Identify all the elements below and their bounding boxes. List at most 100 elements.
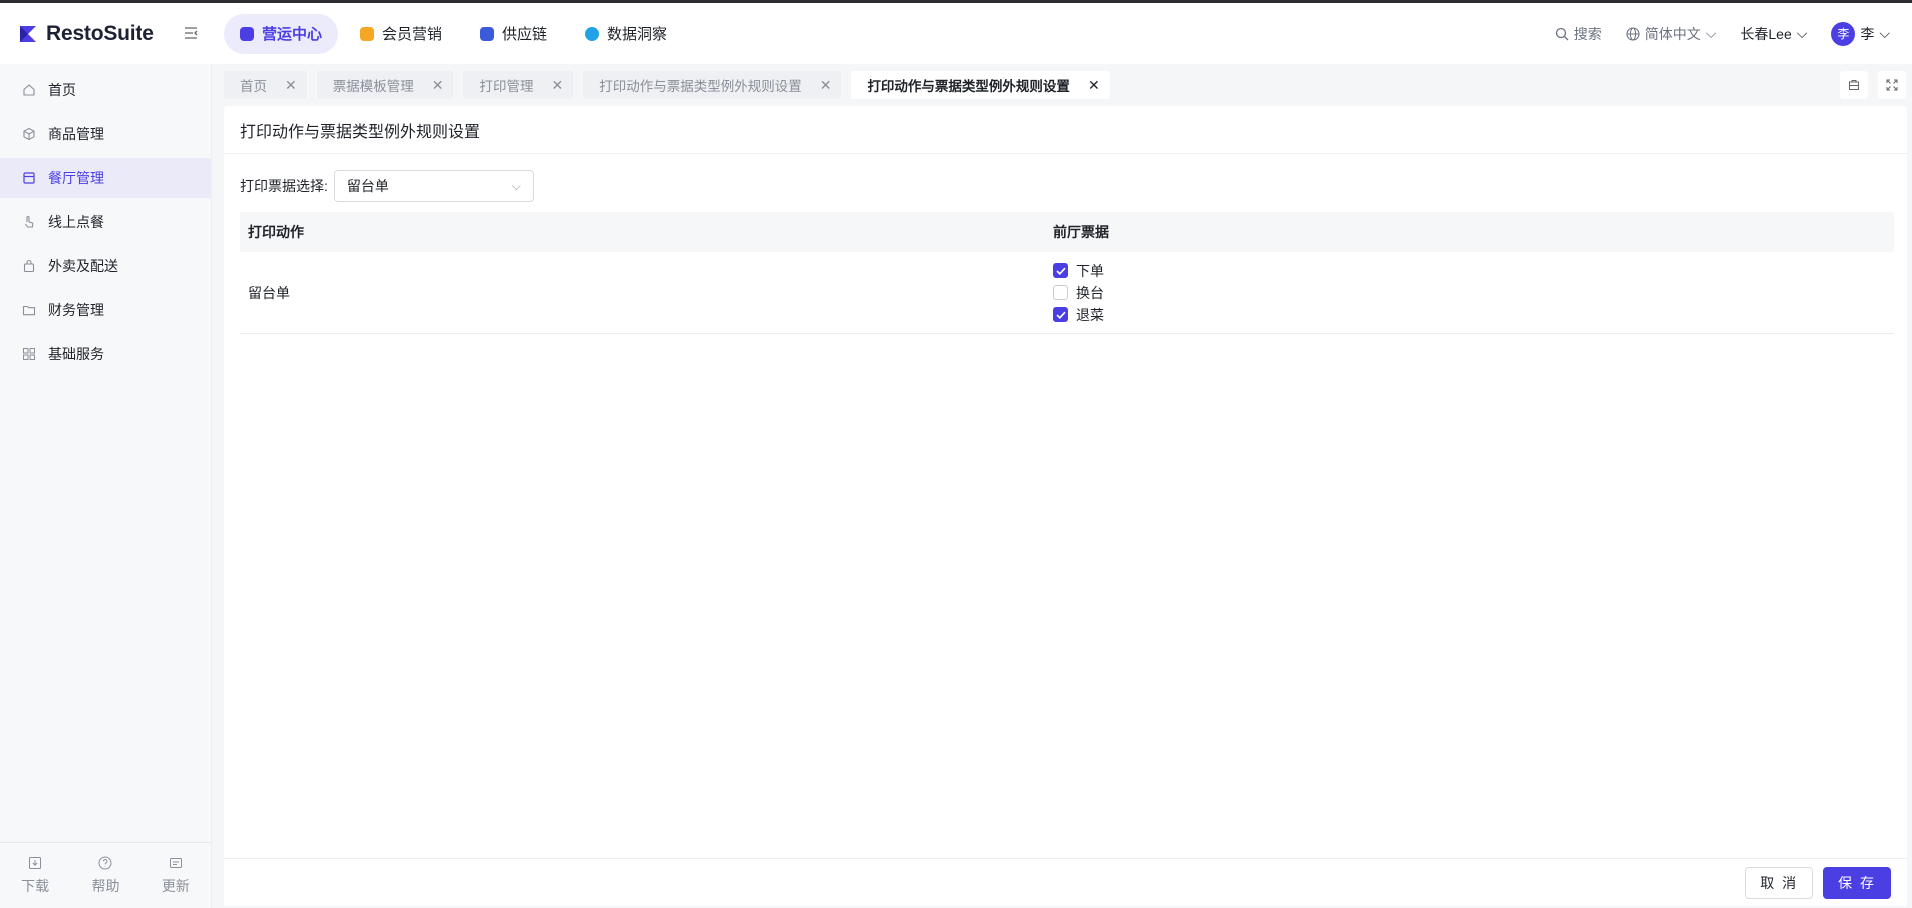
checkbox-unchecked-icon[interactable] (1053, 285, 1068, 300)
sidebar-item-label: 财务管理 (48, 302, 104, 318)
brand-name: RestoSuite (46, 21, 154, 45)
topnav-data-insights[interactable]: 数据洞察 (569, 14, 683, 54)
language-selector[interactable]: 简体中文 ⌵ (1626, 24, 1717, 44)
folder-icon (22, 303, 36, 317)
sidebar-item-label: 线上点餐 (48, 214, 104, 230)
fullscreen-icon[interactable] (1878, 71, 1906, 99)
search-icon (1555, 27, 1569, 40)
help-label: 帮助 (91, 877, 120, 894)
operations-center-icon (240, 26, 254, 41)
filter-label: 打印票据选择: (240, 178, 328, 194)
checkbox-place-order[interactable]: 下单 (1053, 262, 1894, 279)
sidebar-item-delivery[interactable]: 外卖及配送 (0, 246, 211, 286)
collapse-menu-icon[interactable] (184, 26, 198, 42)
store-icon (22, 171, 36, 185)
sidebar-footer: 下载 帮助 更新 (0, 842, 211, 908)
update-label: 更新 (161, 877, 190, 894)
sidebar-item-restaurant-management[interactable]: 餐厅管理 (0, 158, 211, 198)
form-footer: 取 消 保 存 (224, 858, 1907, 906)
checkbox-label: 换台 (1076, 284, 1104, 301)
tab-label: 打印管理 (479, 79, 534, 94)
sidebar-item-label: 餐厅管理 (48, 170, 104, 186)
close-icon[interactable]: ✕ (820, 77, 832, 94)
tap-icon (22, 215, 36, 229)
chevron-down-icon: ⌵ (1879, 25, 1890, 41)
checkbox-checked-icon[interactable] (1053, 307, 1068, 322)
sidebar: 首页 商品管理 餐厅管理 线上点餐 外卖及配送 财务管理 基础服务 下载 帮助 (0, 64, 212, 908)
update-icon (169, 857, 182, 868)
search-label: 搜索 (1573, 25, 1602, 42)
topnav-label: 营运中心 (262, 26, 323, 43)
column-header-front-ticket: 前厅票据 (1053, 224, 1109, 240)
tab-print-exception-rules[interactable]: 打印动作与票据类型例外规则设置 ✕ (583, 71, 842, 99)
sidebar-item-product-management[interactable]: 商品管理 (0, 114, 211, 154)
logo[interactable]: RestoSuite (0, 22, 212, 46)
sidebar-item-label: 商品管理 (48, 126, 104, 142)
sidebar-item-label: 外卖及配送 (48, 258, 118, 274)
table-row: 留台单 下单 换台 退菜 (240, 252, 1894, 334)
checkbox-change-table[interactable]: 换台 (1053, 284, 1894, 301)
row-options: 下单 换台 退菜 (1045, 262, 1894, 323)
data-insights-icon (585, 26, 600, 41)
language-label: 简体中文 (1644, 25, 1701, 42)
close-icon[interactable]: ✕ (551, 77, 563, 94)
tab-print-exception-rules-active[interactable]: 打印动作与票据类型例外规则设置 ✕ (851, 71, 1110, 99)
ticket-filter: 打印票据选择: 留台单 ⌵ (224, 170, 1907, 202)
tab-label: 打印动作与票据类型例外规则设置 (867, 79, 1070, 94)
grid-icon (22, 347, 36, 361)
member-marketing-icon (360, 26, 375, 41)
store-selector[interactable]: 长春Lee ⌵ (1740, 24, 1807, 44)
update-button[interactable]: 更新 (162, 856, 190, 896)
checkbox-label: 退菜 (1076, 306, 1104, 323)
sidebar-item-basic-services[interactable]: 基础服务 (0, 334, 211, 374)
page-tabs: 首页 ✕ 票据模板管理 ✕ 打印管理 ✕ 打印动作与票据类型例外规则设置 ✕ 打… (212, 64, 1912, 106)
save-button[interactable]: 保 存 (1823, 866, 1891, 899)
page-title: 打印动作与票据类型例外规则设置 (224, 106, 1907, 154)
topnav-member-marketing[interactable]: 会员营销 (344, 14, 458, 54)
download-button[interactable]: 下载 (21, 856, 49, 896)
checkbox-checked-icon[interactable] (1053, 263, 1068, 278)
chevron-down-icon: ⌵ (1796, 25, 1808, 41)
rules-table: 打印动作 前厅票据 留台单 下单 换台 退菜 (240, 212, 1894, 334)
tab-ticket-template-management[interactable]: 票据模板管理 ✕ (316, 71, 454, 99)
sidebar-item-label: 首页 (48, 82, 76, 98)
sidebar-item-home[interactable]: 首页 (0, 70, 211, 110)
restosuite-logo-icon (20, 25, 36, 42)
topnav-supply-chain[interactable]: 供应链 (464, 14, 563, 54)
row-action: 留台单 (248, 284, 290, 301)
tab-home[interactable]: 首页 ✕ (224, 71, 307, 99)
bag-icon (22, 259, 36, 273)
avatar: 李 (1831, 21, 1856, 46)
globe-icon (1626, 26, 1640, 41)
top-navigation: 营运中心 会员营销 供应链 数据洞察 (224, 13, 683, 54)
chevron-down-icon: ⌵ (1705, 25, 1717, 41)
checkbox-group: 下单 换台 退菜 (1053, 262, 1894, 323)
table-header: 打印动作 前厅票据 (240, 212, 1894, 252)
tab-tools (1840, 71, 1912, 99)
topnav-label: 会员营销 (382, 26, 443, 43)
sidebar-item-finance[interactable]: 财务管理 (0, 290, 211, 330)
sidebar-item-label: 基础服务 (48, 346, 104, 362)
sidebar-item-online-ordering[interactable]: 线上点餐 (0, 202, 211, 242)
checkbox-return-dish[interactable]: 退菜 (1053, 306, 1894, 323)
close-icon[interactable]: ✕ (285, 77, 297, 94)
chevron-down-icon: ⌵ (511, 178, 521, 193)
store-name: 长春Lee (1740, 25, 1792, 42)
tab-label: 打印动作与票据类型例外规则设置 (599, 79, 802, 94)
topnav-operations-center[interactable]: 营运中心 (224, 13, 339, 54)
ticket-select[interactable]: 留台单 ⌵ (333, 170, 534, 202)
workbench-icon[interactable] (1840, 71, 1868, 99)
tab-print-management[interactable]: 打印管理 ✕ (463, 71, 574, 99)
column-header-print-action: 打印动作 (248, 224, 304, 240)
user-menu[interactable]: 李 李 ⌵ (1831, 21, 1890, 46)
search-button[interactable]: 搜索 (1555, 24, 1602, 44)
close-icon[interactable]: ✕ (432, 77, 444, 94)
home-icon (22, 83, 36, 97)
topnav-label: 供应链 (502, 26, 548, 43)
top-bar: RestoSuite 营运中心 会员营销 供应链 数据洞察 搜索 简体中文 ⌵ … (0, 0, 1912, 64)
cancel-button[interactable]: 取 消 (1745, 866, 1814, 899)
close-icon[interactable]: ✕ (1088, 77, 1100, 94)
main-card: 打印动作与票据类型例外规则设置 打印票据选择: 留台单 ⌵ 打印动作 前厅票据 … (224, 106, 1907, 906)
topnav-label: 数据洞察 (607, 26, 668, 43)
help-button[interactable]: 帮助 (91, 856, 119, 896)
